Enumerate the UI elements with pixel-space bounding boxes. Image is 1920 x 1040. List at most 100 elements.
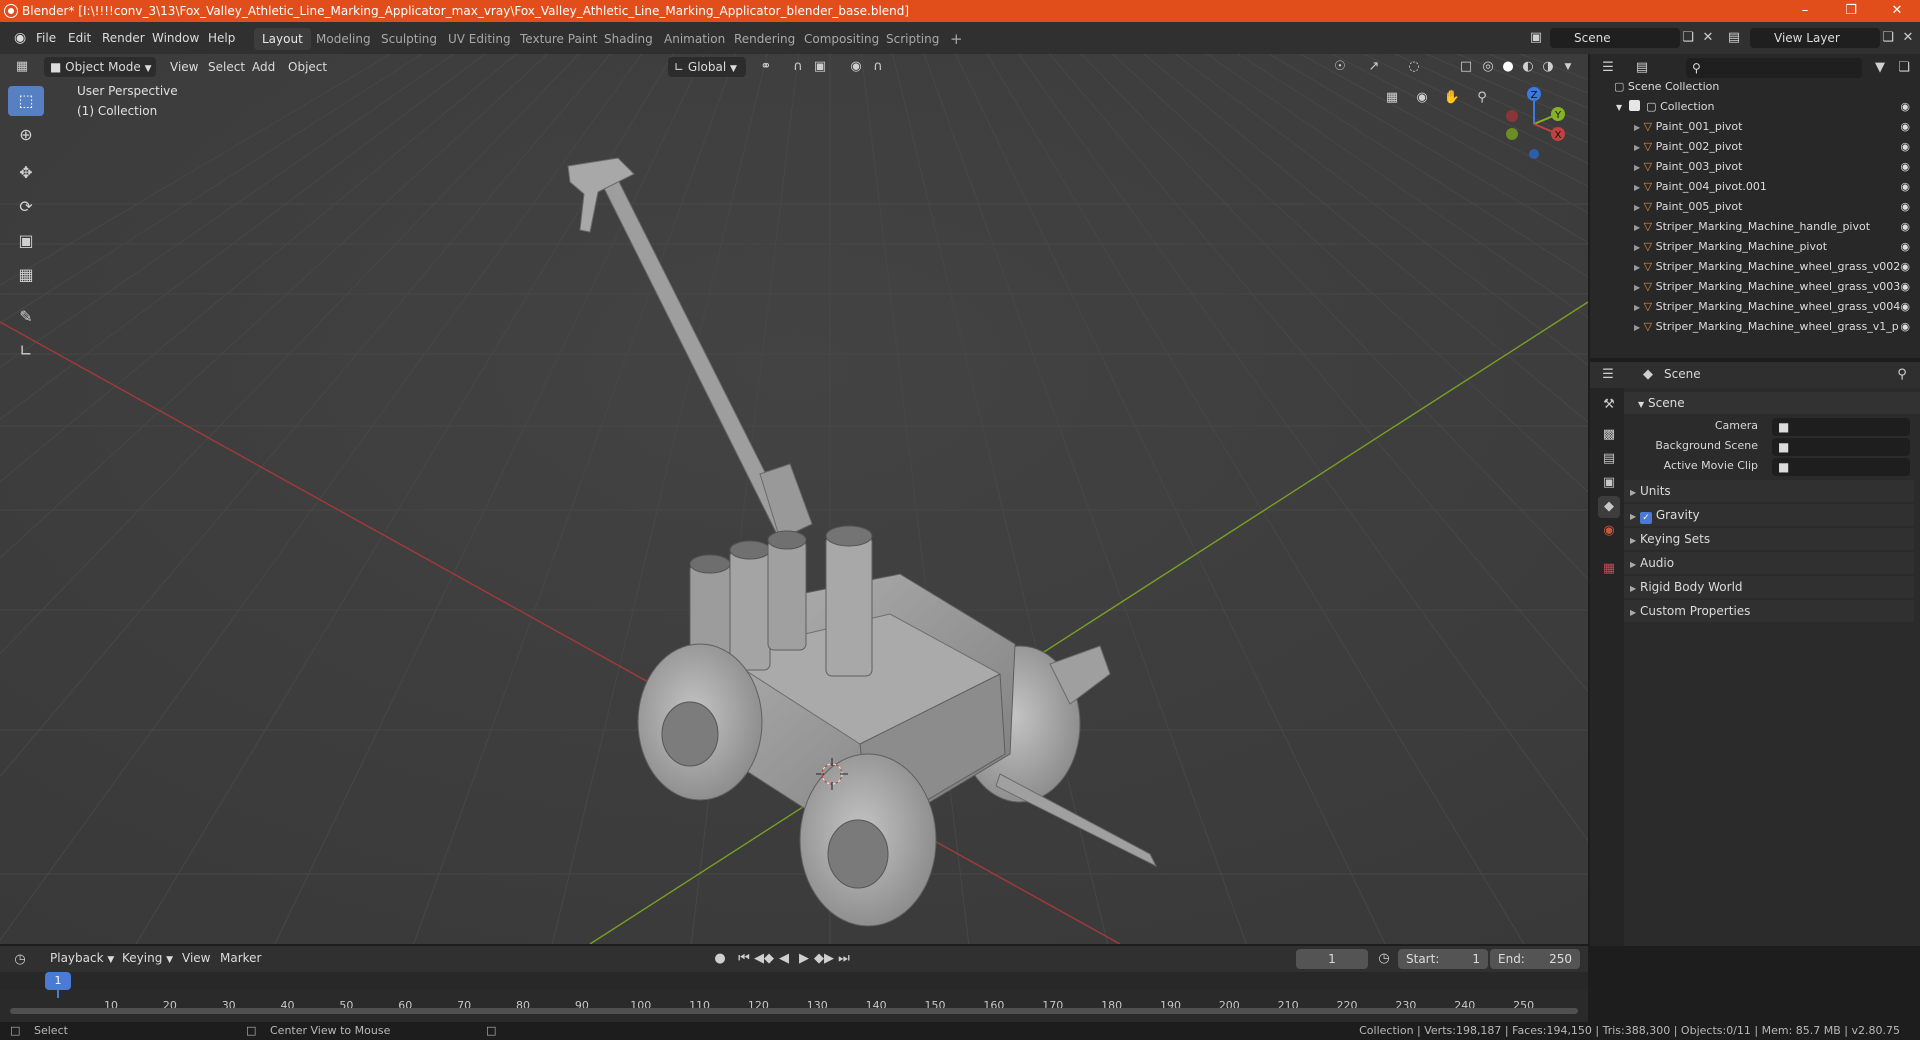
pivot-point-icon[interactable]: ⚭ [756, 57, 776, 77]
annotate-tool[interactable]: ✎ [8, 302, 44, 332]
tab-sculpting[interactable]: Sculpting [373, 28, 445, 50]
outliner-object-row[interactable]: ▶ ▽ Striper_Marking_Machine_pivot ◉ [1590, 237, 1920, 257]
3d-viewport[interactable]: ▦ ■ Object Mode ▼ View Select Add Object… [0, 54, 1588, 944]
visibility-eye-icon[interactable]: ◉ [1900, 217, 1910, 237]
visibility-eye-icon[interactable]: ◉ [1900, 197, 1910, 217]
remove-scene-icon[interactable]: ✕ [1698, 28, 1718, 48]
menu-help[interactable]: Help [202, 29, 241, 47]
collection-checkbox[interactable] [1628, 100, 1640, 111]
output-tab-icon[interactable]: ▤ [1598, 448, 1620, 470]
play-reverse-icon[interactable]: ◀ [774, 949, 794, 969]
current-frame-field[interactable]: 1 [1296, 949, 1368, 969]
filter-icon[interactable]: ▼ [1870, 58, 1890, 78]
menu-window[interactable]: Window [146, 29, 205, 47]
playhead-frame-indicator[interactable]: 1 [45, 972, 71, 990]
display-mode-icon[interactable]: ▤ [1632, 58, 1652, 78]
record-icon[interactable]: ● [710, 949, 730, 969]
gravity-checkbox[interactable]: ✓ [1639, 512, 1652, 524]
zoom-view-icon[interactable]: ⚲ [1472, 88, 1492, 108]
cursor-tool[interactable]: ⊕ [8, 120, 44, 150]
start-frame-field[interactable]: Start: 1 [1398, 949, 1488, 969]
pin-icon[interactable]: ⚲ [1892, 365, 1912, 385]
outliner-object-row[interactable]: ▶ ▽ Paint_002_pivot ◉ [1590, 137, 1920, 157]
next-keyframe-icon[interactable]: ◆▶ [814, 949, 834, 969]
viewport-canvas[interactable] [0, 54, 1588, 944]
rotate-tool[interactable]: ⟳ [8, 192, 44, 222]
move-tool[interactable]: ✥ [8, 158, 44, 188]
outliner-object-row[interactable]: ▶ ▽ Striper_Marking_Machine_handle_pivot… [1590, 217, 1920, 237]
tab-compositing[interactable]: Compositing [796, 28, 887, 50]
menu-view[interactable]: View [164, 57, 204, 77]
visibility-eye-icon[interactable]: ◉ [1900, 237, 1910, 257]
add-workspace-icon[interactable]: + [942, 28, 971, 50]
visibility-eye-icon[interactable]: ◉ [1900, 97, 1910, 117]
menu-select[interactable]: Select [202, 57, 251, 77]
visibility-eye-icon[interactable]: ◉ [1900, 257, 1910, 277]
select-box-tool[interactable]: ⬚ [8, 86, 44, 116]
visibility-eye-icon[interactable]: ◉ [1900, 277, 1910, 297]
prev-keyframe-icon[interactable]: ◀◆ [754, 949, 774, 969]
visibility-eye-icon[interactable]: ◉ [1900, 317, 1910, 337]
tab-modeling[interactable]: Modeling [308, 28, 379, 50]
tab-scripting[interactable]: Scripting [878, 28, 947, 50]
measure-tool[interactable]: ∟ [8, 336, 44, 366]
scene-panel-header[interactable]: ▼ Scene [1624, 392, 1920, 414]
visibility-selectability-icon[interactable]: ☉ [1330, 57, 1350, 77]
wireframe-shading-icon[interactable]: ◎ [1478, 57, 1498, 77]
snap-target-icon[interactable]: ▣ [810, 57, 830, 77]
view-layer-tab-icon[interactable]: ▣ [1598, 472, 1620, 494]
editor-type-icon[interactable]: ▦ [12, 57, 32, 77]
scene-selector-icon[interactable]: ▣ [1526, 28, 1546, 48]
end-frame-field[interactable]: End: 250 [1490, 949, 1580, 969]
property-field[interactable]: ■ [1772, 418, 1910, 436]
menu-playback[interactable]: Playback ▼ [44, 948, 120, 968]
menu-keying[interactable]: Keying ▼ [116, 948, 179, 968]
mode-dropdown[interactable]: ■ Object Mode ▼ [44, 57, 156, 77]
tab-texture-paint[interactable]: Texture Paint [512, 28, 605, 50]
render-tab-icon[interactable]: ▩ [1598, 424, 1620, 446]
menu-edit[interactable]: Edit [62, 29, 97, 47]
outliner-object-row[interactable]: ▶ ▽ Striper_Marking_Machine_wheel_grass_… [1590, 257, 1920, 277]
outliner-object-row[interactable]: ▶ ▽ Paint_003_pivot ◉ [1590, 157, 1920, 177]
menu-add[interactable]: Add [246, 57, 281, 77]
camera-view-icon[interactable]: ◉ [1412, 88, 1432, 108]
outliner-object-row[interactable]: ▶ ▽ Striper_Marking_Machine_wheel_grass_… [1590, 277, 1920, 297]
outliner-search-input[interactable]: ⚲ [1686, 58, 1862, 78]
outliner-object-row[interactable]: ▶ ▽ Striper_Marking_Machine_wheel_grass_… [1590, 297, 1920, 317]
tab-animation[interactable]: Animation [656, 28, 733, 50]
subpanel-header[interactable]: ▶ Custom Properties [1624, 600, 1914, 622]
subpanel-header[interactable]: ▶ Rigid Body World [1624, 576, 1914, 598]
pan-view-icon[interactable]: ✋ [1442, 88, 1462, 108]
snap-icon[interactable]: ∩ [788, 57, 808, 77]
outliner-object-row[interactable]: ▶ ▽ Paint_005_pivot ◉ [1590, 197, 1920, 217]
menu-object[interactable]: Object [282, 57, 333, 77]
material-shading-icon[interactable]: ◐ [1518, 57, 1538, 77]
menu-marker[interactable]: Marker [214, 948, 267, 968]
properties-editor-type-icon[interactable]: ☰ [1598, 365, 1618, 385]
menu-render[interactable]: Render [96, 29, 151, 47]
rendered-shading-icon[interactable]: ◑ [1538, 57, 1558, 77]
collection-row[interactable]: ▼ ▢ Collection ◉ [1590, 97, 1920, 117]
texture-tab-icon[interactable]: ▦ [1598, 558, 1620, 580]
jump-start-icon[interactable]: ⏮ [734, 949, 754, 969]
jump-end-icon[interactable]: ⏭ [834, 949, 854, 969]
transform-tool[interactable]: ▦ [8, 260, 44, 290]
frame-ruler[interactable] [0, 972, 1588, 990]
toggle-grid-view-icon[interactable]: ▦ [1382, 88, 1402, 108]
timeline-track-area[interactable]: 10 20 30 40 50 60 70 80 90 100 110 120 130 140 150 160 1… [0, 972, 1588, 1022]
scene-tab-icon[interactable]: ◆ [1598, 496, 1620, 518]
new-collection-icon[interactable]: ❏ [1894, 58, 1914, 78]
tab-rendering[interactable]: Rendering [726, 28, 803, 50]
overlays-toggle-icon[interactable]: ◌ [1404, 57, 1424, 77]
close-icon[interactable]: ✕ [1874, 0, 1920, 22]
outliner-editor-type-icon[interactable]: ☰ [1598, 58, 1618, 78]
play-icon[interactable]: ▶ [794, 949, 814, 969]
transform-orientation-dropdown[interactable]: ∟ Global ▼ [668, 57, 746, 77]
subpanel-header[interactable]: ▶ Units [1624, 480, 1914, 502]
subpanel-header[interactable]: ▶ Keying Sets [1624, 528, 1914, 550]
xray-toggle-icon[interactable]: □ [1456, 57, 1476, 77]
subpanel-header[interactable]: ▶ Audio [1624, 552, 1914, 574]
scene-field[interactable]: Scene [1550, 28, 1680, 48]
tab-shading[interactable]: Shading [596, 28, 661, 50]
navigation-gizmo[interactable]: Z Y X [1496, 86, 1572, 162]
